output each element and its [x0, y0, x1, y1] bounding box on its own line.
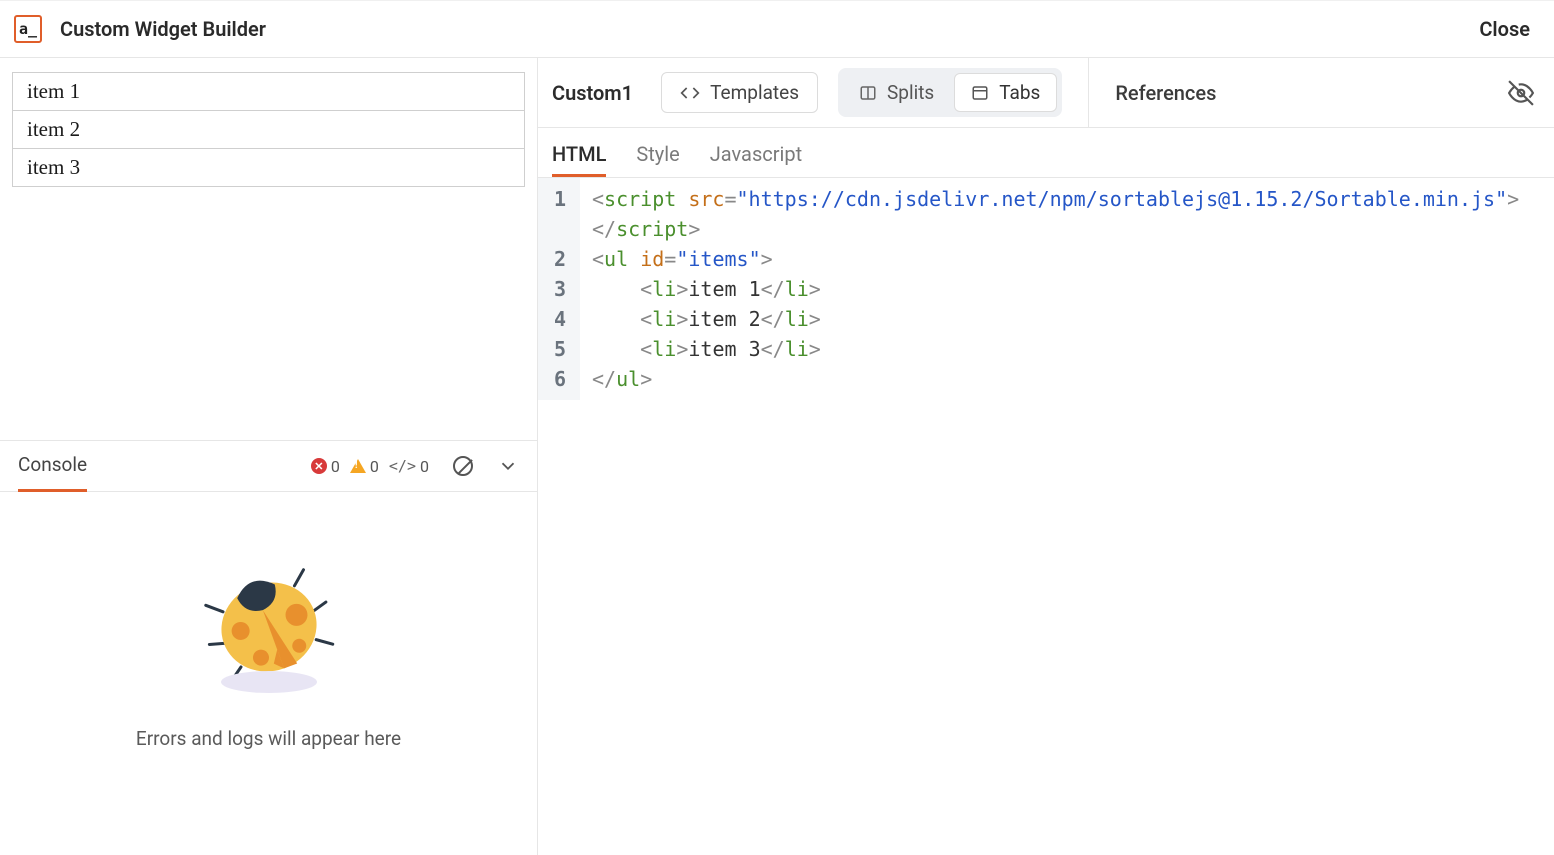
tabs-label: Tabs: [999, 81, 1040, 104]
tab-style[interactable]: Style: [636, 132, 679, 177]
line-number: 4: [548, 304, 566, 334]
page-title: Custom Widget Builder: [60, 17, 266, 41]
app-logo-icon: a_: [14, 15, 42, 43]
list-item[interactable]: item 1: [12, 72, 525, 111]
top-bar: a_ Custom Widget Builder Close: [0, 0, 1554, 58]
list-item[interactable]: item 3: [12, 148, 525, 187]
line-number: 6: [548, 364, 566, 394]
console-body: Errors and logs will appear here: [0, 492, 537, 855]
code-brackets-icon: [680, 83, 700, 103]
warning-icon: [350, 459, 366, 473]
code-editor[interactable]: 1 2 3 4 5 6 <script src="https://cdn.jsd…: [538, 178, 1554, 400]
logs-count: </> 0: [389, 457, 429, 476]
code-icon: </>: [389, 457, 416, 475]
editor-header: Custom1 Templates Splits Tabs References: [538, 58, 1554, 128]
line-number: 2: [548, 244, 566, 274]
warnings-count-value: 0: [370, 457, 379, 476]
templates-button[interactable]: Templates: [661, 72, 818, 113]
warnings-count: 0: [350, 457, 379, 476]
splits-icon: [859, 84, 877, 102]
code-content[interactable]: <script src="https://cdn.jsdelivr.net/np…: [580, 178, 1531, 400]
line-number: 1: [548, 184, 566, 214]
templates-label: Templates: [710, 81, 799, 104]
line-number: 5: [548, 334, 566, 364]
clear-console-icon[interactable]: [453, 456, 473, 476]
references-button[interactable]: References: [1115, 81, 1216, 105]
tabs-icon: [971, 84, 989, 102]
errors-count-value: 0: [331, 457, 340, 476]
splits-button[interactable]: Splits: [843, 74, 950, 111]
errors-count: ✕ 0: [311, 457, 340, 476]
collapse-console-icon[interactable]: [497, 455, 519, 477]
error-icon: ✕: [311, 458, 327, 474]
bug-illustration-icon: [199, 567, 339, 697]
close-button[interactable]: Close: [1479, 17, 1530, 41]
tabs-button[interactable]: Tabs: [954, 73, 1057, 112]
line-gutter: 1 2 3 4 5 6: [538, 178, 580, 400]
splits-label: Splits: [887, 81, 934, 104]
visibility-off-icon[interactable]: [1508, 80, 1534, 106]
logs-count-value: 0: [420, 457, 429, 476]
line-number: 3: [548, 274, 566, 304]
tab-html[interactable]: HTML: [552, 132, 606, 177]
console-empty-message: Errors and logs will appear here: [136, 727, 401, 750]
tab-javascript[interactable]: Javascript: [710, 132, 802, 177]
list-item[interactable]: item 2: [12, 110, 525, 149]
tab-console[interactable]: Console: [18, 441, 87, 492]
widget-name: Custom1: [552, 81, 641, 105]
preview-pane: item 1 item 2 item 3: [0, 58, 537, 440]
code-tabs: HTML Style Javascript: [538, 128, 1554, 178]
console-header: Console ✕ 0 0 </> 0: [0, 440, 537, 492]
layout-toggle: Splits Tabs: [838, 68, 1062, 117]
